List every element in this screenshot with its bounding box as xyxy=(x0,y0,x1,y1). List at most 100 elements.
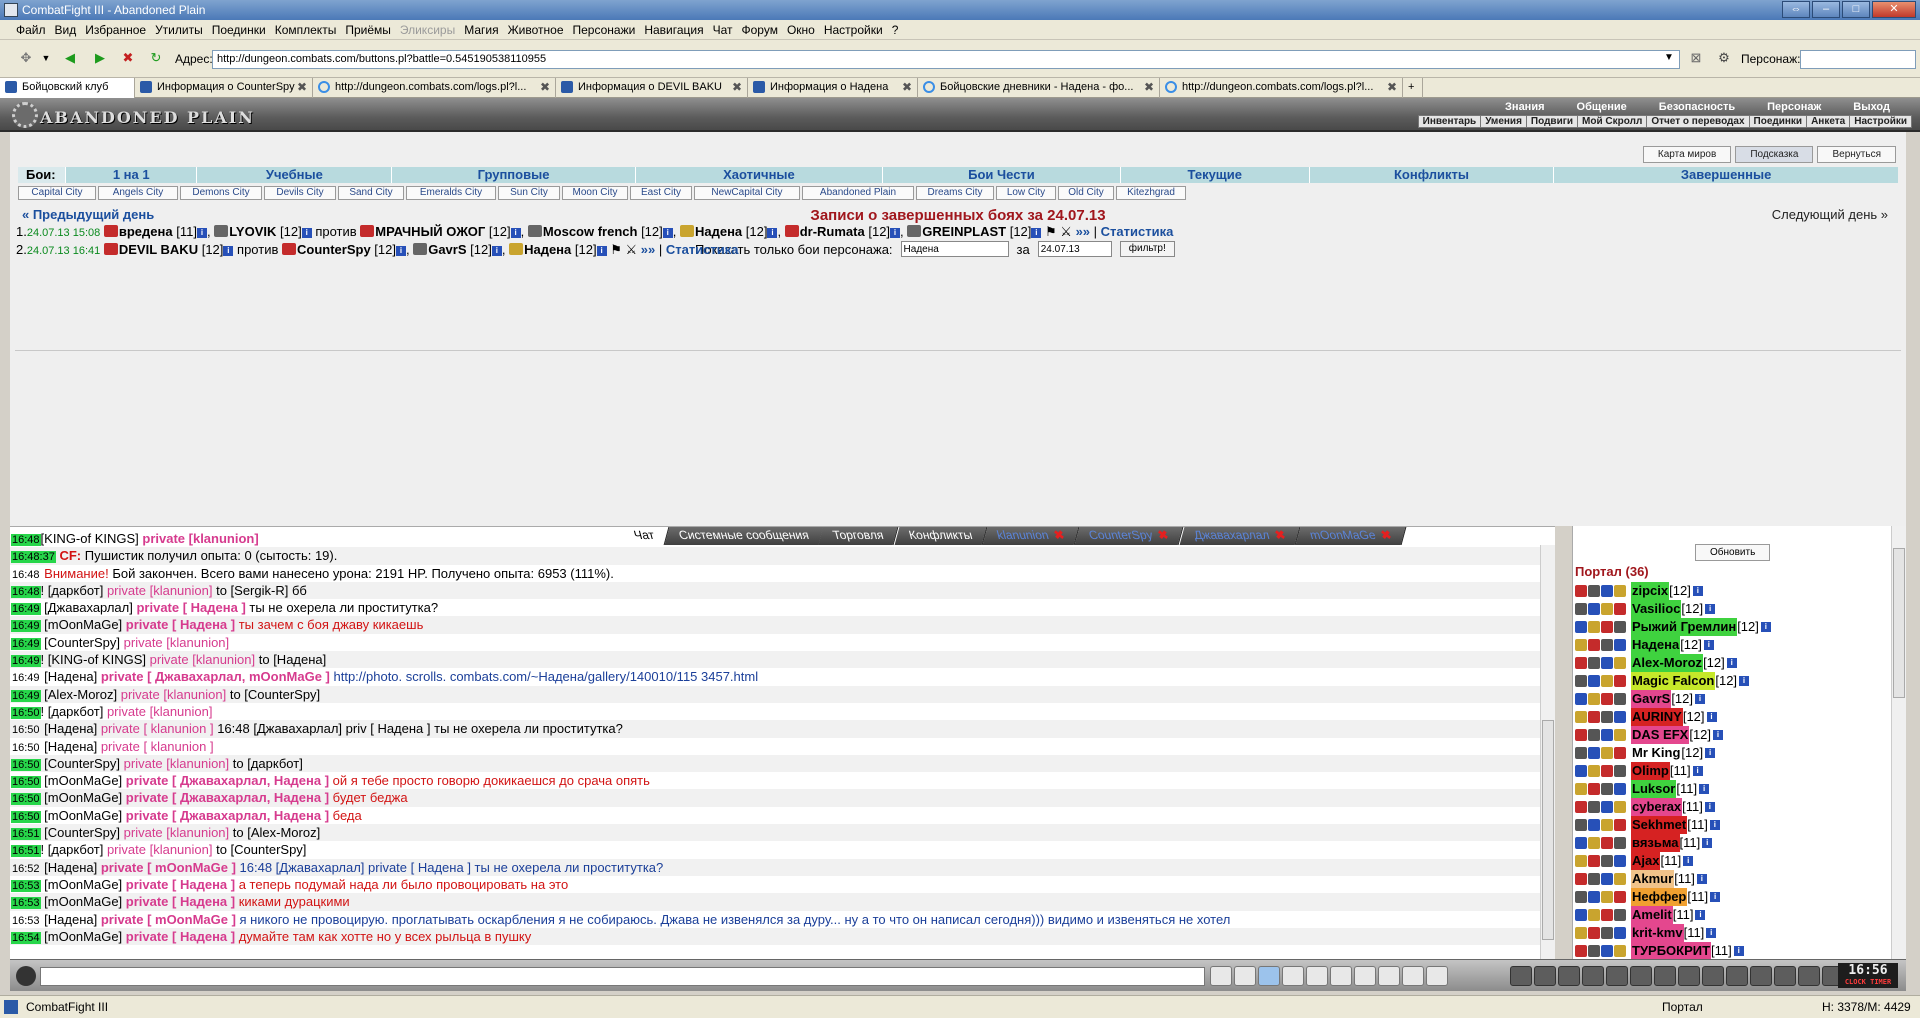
game-tool-icon[interactable] xyxy=(1678,966,1700,986)
user-name[interactable]: Рыжий Гремлин xyxy=(1631,618,1738,636)
close-tab-icon[interactable]: ✖ xyxy=(902,78,912,97)
user-row[interactable]: GavrS [12] i xyxy=(1575,690,1891,708)
user-name[interactable]: cyberax xyxy=(1631,798,1683,816)
info-icon[interactable]: i xyxy=(1710,892,1721,902)
chat-tool-icon[interactable] xyxy=(1378,966,1400,986)
info-icon[interactable]: i xyxy=(223,246,234,256)
user-name[interactable]: Sekhmet xyxy=(1631,816,1688,834)
info-icon[interactable]: i xyxy=(1702,838,1713,848)
chat-tool-icon[interactable] xyxy=(1258,966,1280,986)
fighter-name[interactable]: МРАЧНЫЙ ОЖОГ xyxy=(375,224,485,239)
user-row[interactable]: Vasilioc [12] i xyxy=(1575,600,1891,618)
menu-item[interactable]: Приёмы xyxy=(345,23,391,37)
game-menu-item[interactable]: Общение xyxy=(1561,101,1643,113)
menu-item[interactable]: Поединки xyxy=(212,23,266,37)
chat-tab[interactable]: mOonMaGe ✖ xyxy=(1295,527,1407,545)
info-icon[interactable]: i xyxy=(1705,604,1716,614)
chat-author[interactable]: [Надена] xyxy=(41,739,97,754)
menu-item[interactable]: Животное xyxy=(508,23,564,37)
game-submenu-item[interactable]: Анкета xyxy=(1807,116,1851,127)
user-row[interactable]: Mr King [12] i xyxy=(1575,744,1891,762)
chat-tab[interactable]: CounterSpy ✖ xyxy=(1074,527,1184,545)
back-icon[interactable]: ◀ xyxy=(62,50,78,66)
menu-item[interactable]: Файл xyxy=(16,23,46,37)
menu-item[interactable]: Утилиты xyxy=(155,23,203,37)
chat-tool-icon[interactable] xyxy=(1402,966,1424,986)
chat-time[interactable]: 16:48 xyxy=(11,534,41,546)
extra-window-button[interactable]: ⇔ xyxy=(1782,1,1810,18)
page-button[interactable]: Вернуться xyxy=(1817,146,1896,163)
chat-input[interactable] xyxy=(40,967,1205,986)
game-menu-item[interactable]: Персонаж xyxy=(1751,101,1837,113)
chat-author[interactable]: [Джавахарлал] xyxy=(41,600,133,615)
user-name[interactable]: Luksor xyxy=(1631,780,1677,798)
info-icon[interactable]: i xyxy=(491,246,502,256)
close-tab-icon[interactable]: ✖ xyxy=(1387,78,1397,97)
fighter-name[interactable]: DEVIL BAKU xyxy=(119,242,198,257)
page-button[interactable]: Подсказка xyxy=(1735,146,1814,163)
fighter-name[interactable]: вредена xyxy=(119,224,173,239)
fighter-name[interactable]: GREINPLAST xyxy=(922,224,1006,239)
game-tool-icon[interactable] xyxy=(1654,966,1676,986)
user-name[interactable]: вязьма xyxy=(1631,834,1680,852)
user-row[interactable]: krit-kmv [11] i xyxy=(1575,924,1891,942)
user-row[interactable]: Sekhmet [11] i xyxy=(1575,816,1891,834)
user-row[interactable]: Olimp [11] i xyxy=(1575,762,1891,780)
fighter-name[interactable]: GavrS xyxy=(428,242,466,257)
new-tab-button[interactable]: + xyxy=(1403,78,1423,98)
game-menu-item[interactable]: Безопасность xyxy=(1643,101,1751,113)
game-tool-icon[interactable] xyxy=(1702,966,1724,986)
user-name[interactable]: Akmur xyxy=(1631,870,1675,888)
info-icon[interactable]: i xyxy=(1696,874,1707,884)
menu-item[interactable]: Эликсиры xyxy=(400,23,455,37)
browser-tab[interactable]: Бойцовский клуб xyxy=(0,78,135,98)
chat-author[interactable]: [mOonMaGe] xyxy=(41,929,122,944)
close-tab-icon[interactable]: ✖ xyxy=(1144,78,1154,97)
game-submenu-item[interactable]: Мой Скролл xyxy=(1578,116,1648,127)
chat-time[interactable]: 16:48 xyxy=(11,569,41,581)
chat-tab[interactable]: Торговля xyxy=(819,527,899,545)
menu-item[interactable]: Комплекты xyxy=(275,23,337,37)
user-row[interactable]: cyberax [11] i xyxy=(1575,798,1891,816)
info-icon[interactable]: i xyxy=(1706,712,1717,722)
chat-author[interactable]: [mOonMaGe] xyxy=(41,877,122,892)
menu-item[interactable]: Чат xyxy=(713,23,733,37)
user-name[interactable]: krit-kmv xyxy=(1631,924,1684,942)
menu-item[interactable]: Персонажи xyxy=(573,23,636,37)
chat-time[interactable]: 16:53 xyxy=(11,897,41,910)
chat-author[interactable]: [CounterSpy] xyxy=(41,825,120,840)
chat-author[interactable]: [KING-of KINGS] xyxy=(41,531,139,546)
chat-time[interactable]: 16:50 xyxy=(11,793,41,806)
filter-date-input[interactable] xyxy=(1037,241,1112,257)
info-icon[interactable]: i xyxy=(1713,730,1724,740)
info-icon[interactable]: i xyxy=(596,246,607,256)
chat-time[interactable]: 16:49 xyxy=(11,637,41,650)
smiley-icon[interactable] xyxy=(16,966,36,986)
close-tab-icon[interactable]: ✖ xyxy=(297,78,307,97)
tools-icon[interactable]: ⊠ xyxy=(1688,50,1704,66)
info-icon[interactable]: i xyxy=(1703,640,1714,650)
game-tool-icon[interactable] xyxy=(1726,966,1748,986)
info-icon[interactable]: i xyxy=(1683,856,1694,866)
user-name[interactable]: Vasilioc xyxy=(1631,600,1682,618)
user-row[interactable]: вязьма [11] i xyxy=(1575,834,1891,852)
fighter-name[interactable]: Надена xyxy=(524,242,571,257)
info-icon[interactable]: i xyxy=(1739,676,1750,686)
users-scrollbar[interactable] xyxy=(1891,526,1906,959)
user-row[interactable]: Magic Falcon [12] i xyxy=(1575,672,1891,690)
info-icon[interactable]: i xyxy=(1760,622,1771,632)
user-name[interactable]: Amelit xyxy=(1631,906,1673,924)
chat-time[interactable]: 16:49 xyxy=(11,655,41,668)
pin-icon[interactable]: ✥ xyxy=(18,50,34,66)
chat-author[interactable]: [CounterSpy] xyxy=(41,635,120,650)
chat-tool-icon[interactable] xyxy=(1330,966,1352,986)
close-chat-tab-icon[interactable]: ✖ xyxy=(1052,527,1067,544)
info-icon[interactable]: i xyxy=(1699,784,1710,794)
chat-time[interactable]: 16:50 xyxy=(11,724,41,736)
user-name[interactable]: Alex-Moroz xyxy=(1631,654,1704,672)
fighter-name[interactable]: Moscow french xyxy=(543,224,638,239)
game-tool-icon[interactable] xyxy=(1750,966,1772,986)
info-icon[interactable]: i xyxy=(1692,586,1703,596)
chat-author[interactable]: [Надена] xyxy=(41,721,97,736)
menu-item[interactable]: ? xyxy=(892,23,899,37)
